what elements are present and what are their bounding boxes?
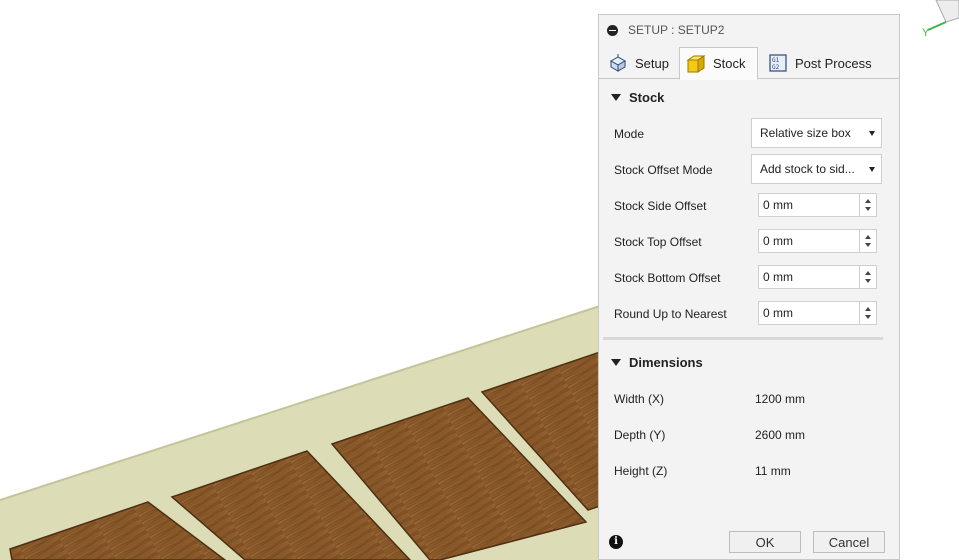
mode-select-value: Relative size box xyxy=(760,126,851,140)
collapse-icon[interactable] xyxy=(607,24,618,36)
tab-stock[interactable]: Stock xyxy=(679,47,758,80)
stock-bottom-offset-stepper xyxy=(758,265,877,289)
mode-label: Mode xyxy=(614,127,645,141)
stock-bottom-offset-label: Stock Bottom Offset xyxy=(614,271,721,285)
dimensions-group-title: Dimensions xyxy=(629,355,703,370)
tab-post-process-label: Post Process xyxy=(795,55,872,71)
tab-setup-label: Setup xyxy=(635,55,669,71)
depth-value: 2600 mm xyxy=(755,428,806,442)
stock-offset-mode-select[interactable]: Add stock to sid... xyxy=(751,154,882,184)
chevron-down-icon xyxy=(869,131,875,136)
dimensions-group-header[interactable]: Dimensions xyxy=(611,355,703,370)
round-up-label: Round Up to Nearest xyxy=(614,307,727,321)
stock-group-title: Stock xyxy=(629,90,665,105)
cancel-button[interactable]: Cancel xyxy=(813,531,885,553)
info-icon[interactable]: i xyxy=(609,535,623,549)
stock-group-header[interactable]: Stock xyxy=(611,90,664,105)
stock-side-offset-stepper xyxy=(758,193,877,217)
stock-offset-mode-value: Add stock to sid... xyxy=(760,162,855,176)
dialog-tabs: Setup Stock G1 G2 Post Process xyxy=(599,45,899,80)
round-up-input[interactable] xyxy=(763,306,858,320)
y-axis-icon xyxy=(927,21,947,31)
setup-dialog: SETUP : SETUP2 Setup Stock G1 G2 Post Pr… xyxy=(598,14,900,560)
stock-offset-mode-label: Stock Offset Mode xyxy=(614,163,713,177)
height-value: 11 mm xyxy=(755,464,791,478)
spin-up-icon[interactable] xyxy=(865,199,871,203)
spin-down-icon[interactable] xyxy=(865,315,871,319)
stock-side-offset-input[interactable] xyxy=(763,198,858,212)
group-divider xyxy=(603,337,883,340)
stock-tab-content: Stock Mode Relative size box Stock Offse… xyxy=(599,79,899,509)
dialog-footer: i OK Cancel xyxy=(599,521,899,560)
height-label: Height (Z) xyxy=(614,464,668,478)
stock-top-offset-input[interactable] xyxy=(763,234,858,248)
width-value: 1200 mm xyxy=(755,392,806,406)
svg-text:G1: G1 xyxy=(772,57,780,64)
spin-down-icon[interactable] xyxy=(865,279,871,283)
tab-stock-label: Stock xyxy=(713,56,746,71)
ok-button[interactable]: OK xyxy=(729,531,801,553)
stock-top-offset-stepper xyxy=(758,229,877,253)
post-process-icon: G1 G2 xyxy=(768,53,788,73)
tab-post-process[interactable]: G1 G2 Post Process xyxy=(761,47,881,79)
stock-top-offset-label: Stock Top Offset xyxy=(614,235,702,249)
wood-parts xyxy=(9,350,601,560)
spin-up-icon[interactable] xyxy=(865,235,871,239)
spin-up-icon[interactable] xyxy=(865,307,871,311)
width-label: Width (X) xyxy=(614,392,665,406)
tab-setup[interactable]: Setup xyxy=(605,47,679,79)
spin-down-icon[interactable] xyxy=(865,243,871,247)
collapse-triangle-icon xyxy=(611,359,621,366)
depth-label: Depth (Y) xyxy=(614,428,666,442)
round-up-stepper xyxy=(758,301,877,325)
dialog-title: SETUP : SETUP2 xyxy=(628,23,725,37)
stock-side-offset-label: Stock Side Offset xyxy=(614,199,707,213)
spin-down-icon[interactable] xyxy=(865,207,871,211)
spin-up-icon[interactable] xyxy=(865,271,871,275)
mode-select[interactable]: Relative size box xyxy=(751,118,882,148)
stock-box-icon xyxy=(686,54,706,74)
stock-bottom-offset-input[interactable] xyxy=(763,270,858,284)
chevron-down-icon xyxy=(869,167,875,172)
dialog-title-bar: SETUP : SETUP2 xyxy=(599,15,899,45)
svg-text:G2: G2 xyxy=(772,64,780,71)
view-cube-triad[interactable]: Y xyxy=(916,0,959,40)
collapse-triangle-icon xyxy=(611,94,621,101)
triad-y-label: Y xyxy=(922,27,930,39)
setup-icon xyxy=(608,53,628,73)
